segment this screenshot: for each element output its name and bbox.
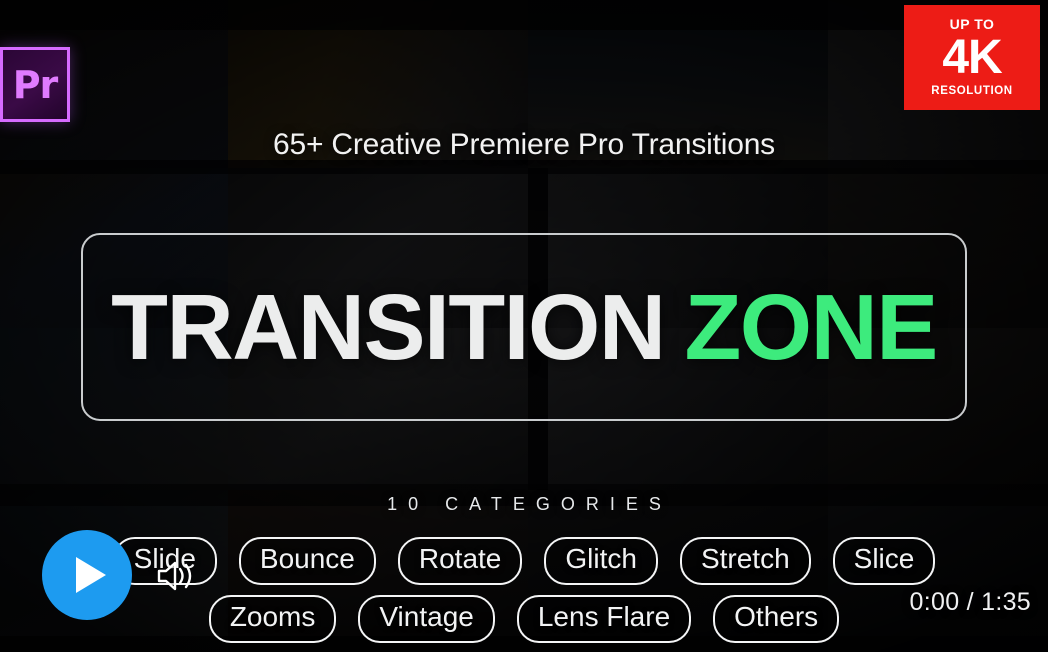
premiere-pro-logo-text: Pr bbox=[12, 62, 59, 107]
category-pill-others[interactable]: Others bbox=[713, 595, 840, 643]
title-main-word: TRANSITION bbox=[111, 274, 666, 379]
play-icon bbox=[76, 557, 106, 593]
play-button[interactable] bbox=[42, 530, 132, 620]
video-timestamp: 0:00 / 1:35 bbox=[909, 588, 1031, 616]
subtitle-text: 65+ Creative Premiere Pro Transitions bbox=[273, 128, 775, 161]
video-preview-stage[interactable]: Pr UP TO 4K RESOLUTION 65+ Creative Prem… bbox=[0, 0, 1048, 652]
category-pill-zooms[interactable]: Zooms bbox=[208, 595, 337, 643]
badge-resolution-label: RESOLUTION bbox=[931, 85, 1013, 98]
category-pill-glitch[interactable]: Glitch bbox=[544, 537, 658, 585]
page-title: TRANSITION ZONE bbox=[81, 233, 967, 421]
volume-speaker-cursor-icon bbox=[155, 556, 199, 596]
premiere-pro-logo-icon: Pr bbox=[0, 47, 70, 122]
category-pill-rotate[interactable]: Rotate bbox=[397, 537, 523, 585]
category-pill-stretch[interactable]: Stretch bbox=[679, 537, 811, 585]
category-pill-vintage[interactable]: Vintage bbox=[358, 595, 495, 643]
category-pill-slice[interactable]: Slice bbox=[832, 537, 936, 585]
title-accent-word: ZONE bbox=[684, 274, 938, 379]
categories-count-label: 10 CATEGORIES bbox=[387, 494, 672, 514]
badge-up-to-label: UP TO bbox=[949, 16, 995, 33]
category-pill-bounce[interactable]: Bounce bbox=[238, 537, 376, 585]
category-pill-row-2: Zooms Vintage Lens Flare Others bbox=[0, 595, 1048, 643]
badge-4k-label: 4K bbox=[942, 31, 1002, 85]
category-pill-lens-flare[interactable]: Lens Flare bbox=[516, 595, 692, 643]
resolution-badge: UP TO 4K RESOLUTION bbox=[904, 5, 1040, 110]
